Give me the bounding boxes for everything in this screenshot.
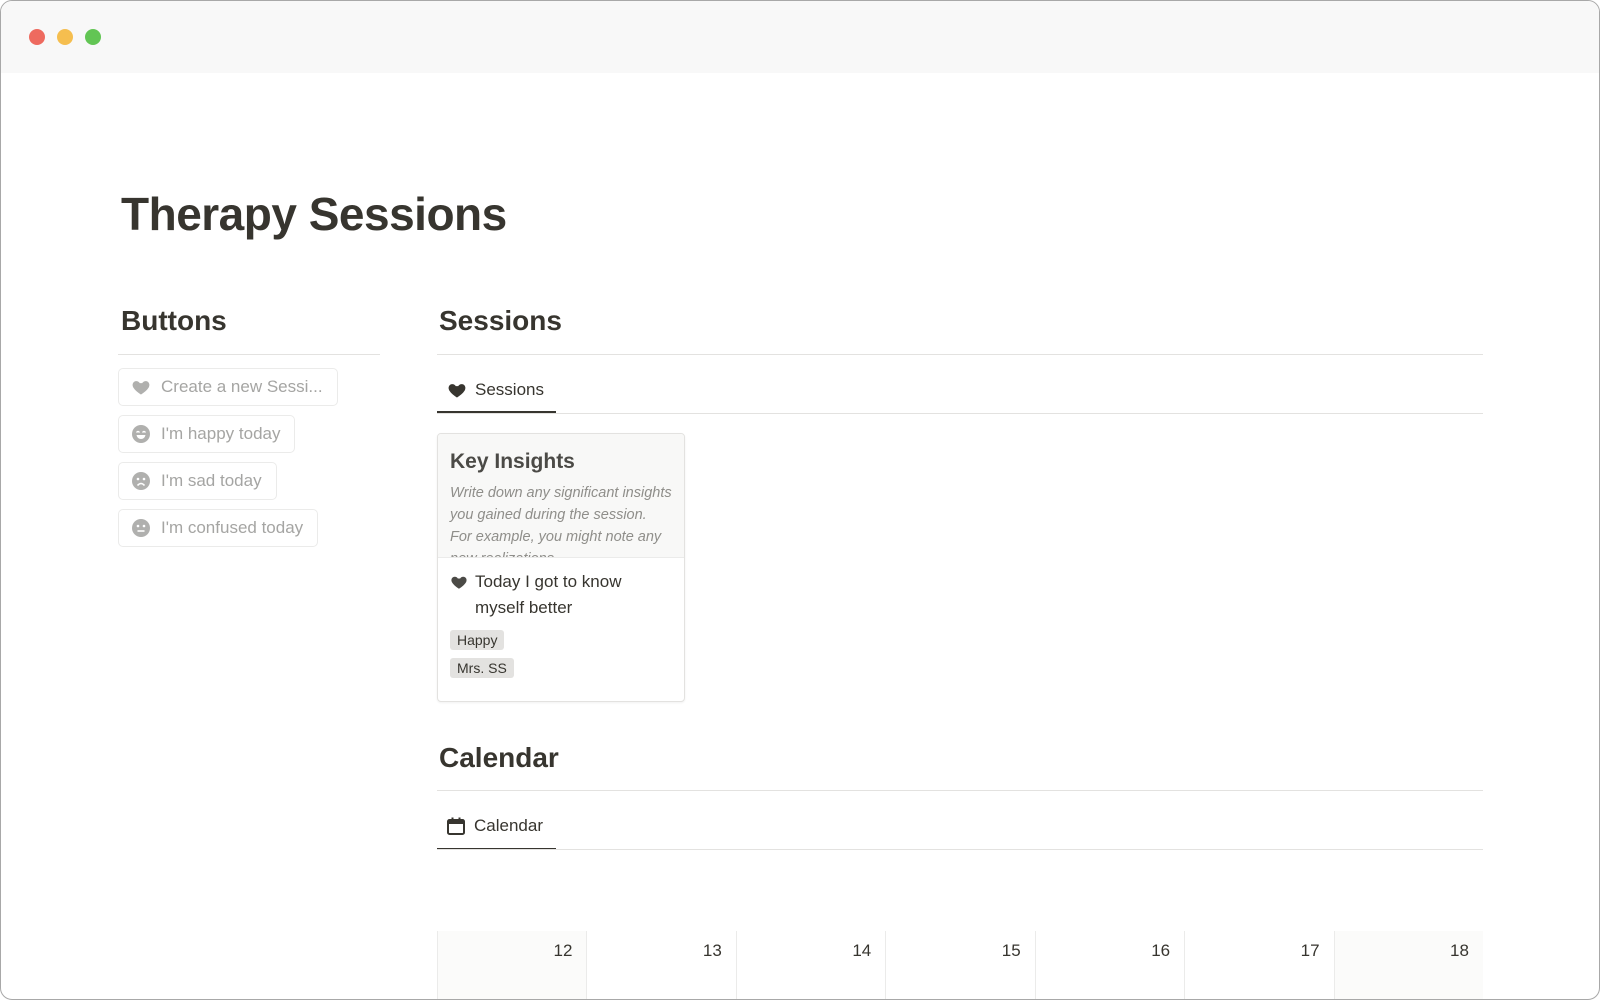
calendar-day-cell[interactable]: 15 [885, 931, 1035, 999]
create-session-label: Create a new Sessi... [161, 377, 323, 396]
app-window: Therapy Sessions Buttons Create a new Se… [0, 0, 1600, 1000]
day-number: 14 [852, 941, 872, 960]
heart-icon [131, 377, 151, 397]
mood-tag: Happy [450, 630, 505, 650]
confused-today-label: I'm confused today [161, 518, 304, 537]
cover-title: Key Insights [450, 450, 575, 473]
card-cover-preview: Key Insights Write down any significant … [438, 434, 684, 558]
card-body: Today I got to know myself better Happy … [438, 559, 684, 688]
day-number: 15 [1001, 941, 1021, 960]
sad-today-label: I'm sad today [161, 471, 262, 490]
tab-calendar-label: Calendar [474, 816, 543, 835]
create-session-button[interactable]: Create a new Sessi... [118, 368, 338, 406]
heart-icon [447, 380, 467, 400]
close-window-button[interactable] [29, 29, 45, 45]
happy-today-button[interactable]: I'm happy today [118, 415, 296, 453]
day-number: 17 [1300, 941, 1320, 960]
calendar-divider [437, 790, 1483, 791]
calendar-day-cell[interactable]: 16 [1034, 931, 1185, 999]
card-title-row: Today I got to know myself better [450, 569, 672, 621]
calendar-day-cell[interactable]: 13 [586, 931, 736, 999]
session-card[interactable]: Key Insights Write down any significant … [437, 433, 685, 702]
day-number: 12 [553, 941, 573, 960]
maximize-window-button[interactable] [85, 29, 101, 45]
buttons-heading: Buttons [121, 305, 227, 336]
sessions-heading: Sessions [439, 305, 562, 336]
smile-face-icon [131, 424, 151, 444]
sad-today-button[interactable]: I'm sad today [118, 462, 277, 500]
calendar-day-cell[interactable]: 14 [735, 931, 886, 999]
sessions-tabs-divider [437, 413, 1483, 414]
confused-today-button[interactable]: I'm confused today [118, 509, 319, 547]
sessions-divider [437, 354, 1483, 355]
therapist-tag: Mrs. SS [450, 658, 514, 678]
sad-face-icon [131, 471, 151, 491]
tab-sessions-label: Sessions [475, 380, 544, 399]
tag-row-therapist: Mrs. SS [450, 650, 672, 678]
calendar-day-cell[interactable]: 18 [1333, 931, 1483, 999]
day-number: 18 [1450, 941, 1469, 960]
happy-today-label: I'm happy today [161, 424, 281, 443]
buttons-divider [118, 354, 380, 355]
day-number: 16 [1151, 941, 1171, 960]
card-title: Today I got to know myself better [475, 572, 622, 617]
calendar-week-row: 12 13 14 15 16 17 18 [437, 931, 1483, 999]
calendar-day-cell[interactable]: 12 [437, 931, 587, 999]
tag-row-mood: Happy [450, 621, 672, 650]
calendar-tabs-divider [437, 849, 1483, 850]
neutral-face-icon [131, 518, 151, 538]
title-bar [1, 1, 1599, 73]
calendar-day-cell[interactable]: 17 [1184, 931, 1334, 999]
minimize-window-button[interactable] [57, 29, 73, 45]
tab-calendar[interactable]: Calendar [436, 806, 553, 846]
cover-text: Write down any significant insights you … [450, 485, 672, 557]
tab-sessions[interactable]: Sessions [437, 370, 554, 410]
calendar-heading: Calendar [439, 742, 559, 773]
day-number: 13 [702, 941, 722, 960]
page-title: Therapy Sessions [121, 188, 507, 240]
calendar-icon [446, 816, 466, 836]
heart-icon [450, 573, 468, 591]
